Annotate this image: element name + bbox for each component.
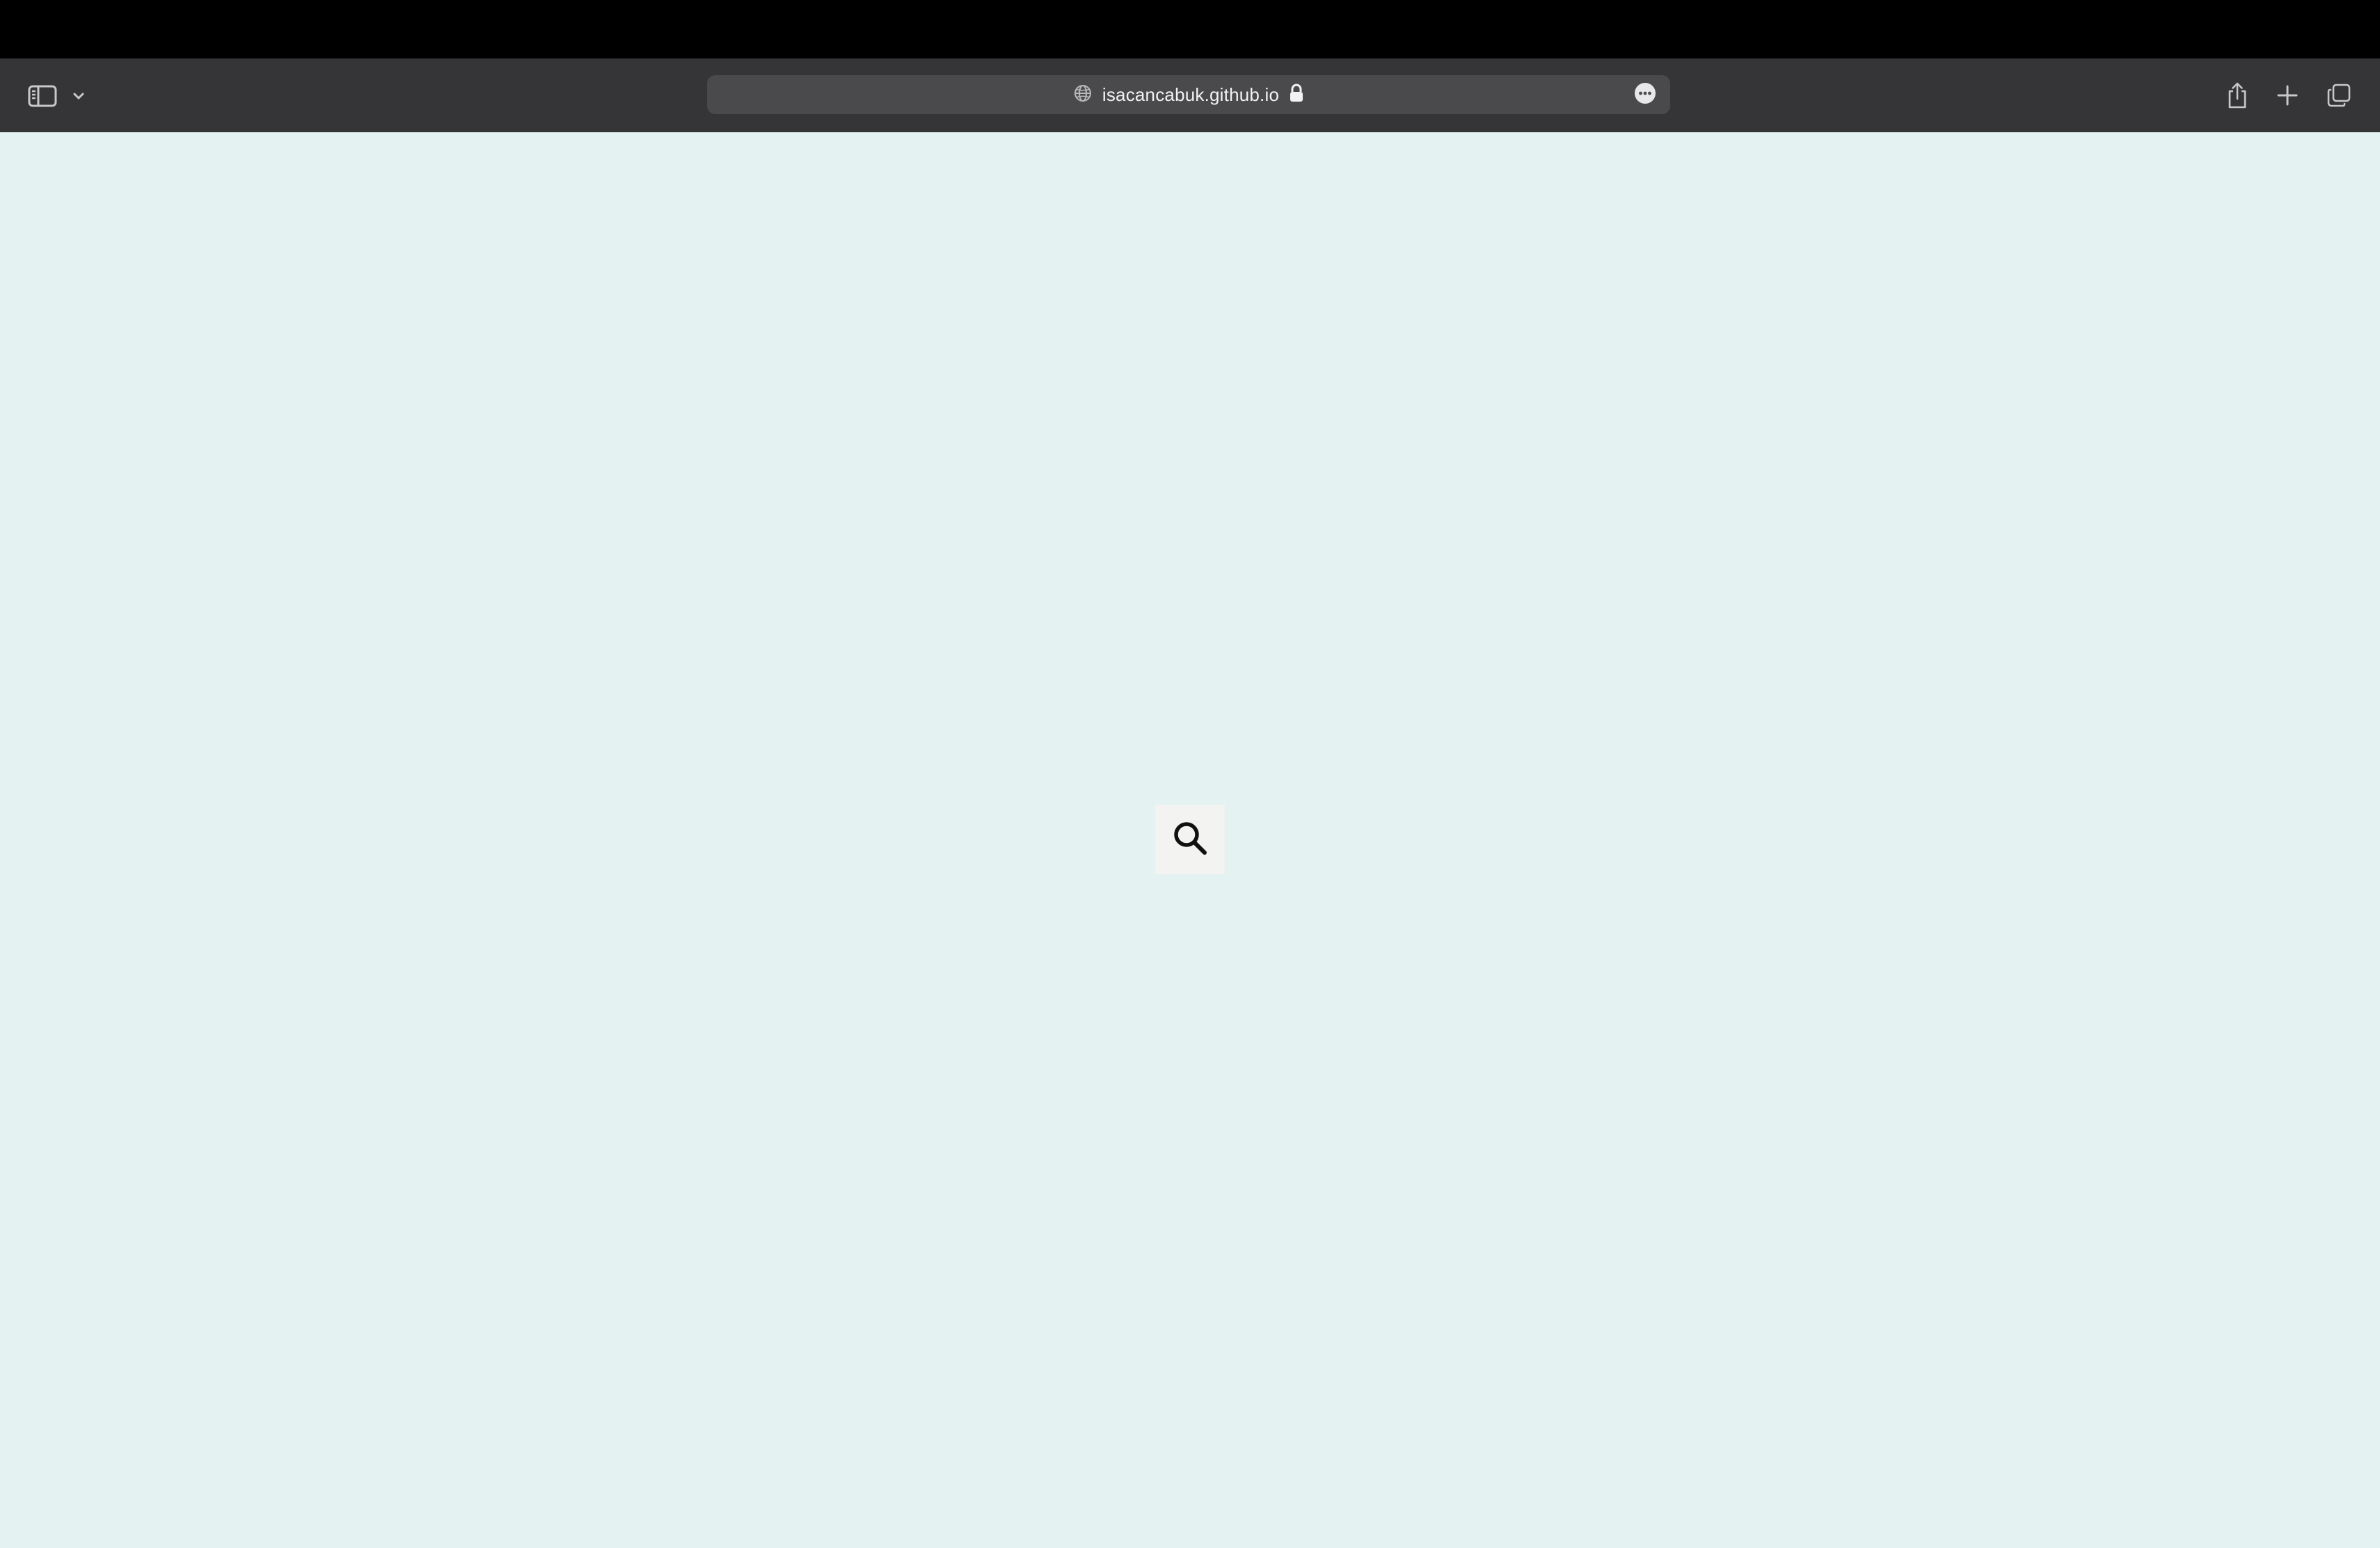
sidebar-icon [28, 85, 57, 107]
tab-overview-button[interactable] [2317, 74, 2361, 117]
plus-icon [2276, 84, 2299, 106]
sidebar-toggle-button[interactable] [21, 77, 64, 116]
new-tab-button[interactable] [2266, 74, 2309, 117]
sidebar-menu-button[interactable] [67, 79, 90, 113]
menu-bar-strip [0, 0, 2380, 58]
ellipsis-circle-icon [1634, 82, 1656, 108]
globe-icon [1073, 84, 1093, 106]
tabs-icon [2326, 83, 2351, 108]
search-icon [1171, 819, 1209, 860]
share-button[interactable] [2216, 74, 2259, 117]
page-viewport [0, 132, 2380, 1548]
page-menu-button[interactable] [1633, 82, 1658, 107]
browser-toolbar: isacancabuk.github.io [0, 58, 2380, 132]
url-text[interactable]: isacancabuk.github.io [1102, 84, 1279, 106]
address-bar[interactable]: isacancabuk.github.io [707, 75, 1670, 114]
lock-icon [1289, 84, 1304, 106]
share-icon [2226, 81, 2248, 109]
chevron-down-icon [72, 92, 85, 100]
address-content: isacancabuk.github.io [707, 75, 1670, 114]
search-button[interactable] [1155, 805, 1225, 874]
